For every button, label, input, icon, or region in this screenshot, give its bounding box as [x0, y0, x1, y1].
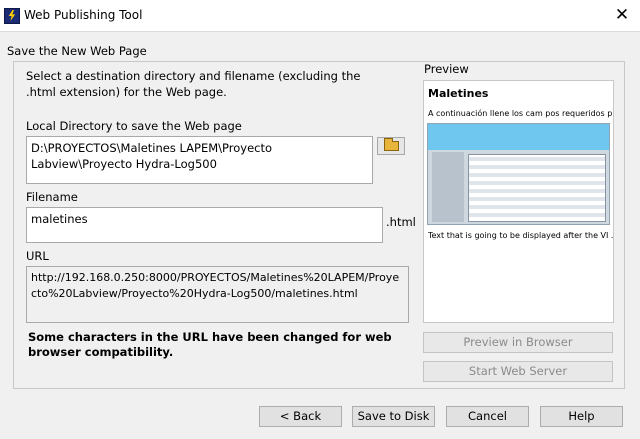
preview-footer: Text that is going to be displayed after…	[428, 231, 614, 240]
compatibility-note: Some characters in the URL have been cha…	[28, 330, 392, 359]
group-caption: Save the New Web Page	[7, 44, 151, 58]
close-icon[interactable]: ✕	[608, 2, 636, 28]
thumbnail-table	[468, 154, 606, 222]
filename-extension: .html	[386, 215, 416, 229]
save-to-disk-button[interactable]: Save to Disk	[352, 406, 435, 427]
back-button[interactable]: < Back	[259, 406, 342, 427]
start-web-server-button[interactable]: Start Web Server	[423, 361, 613, 382]
cancel-button[interactable]: Cancel	[446, 406, 529, 427]
browse-folder-button[interactable]	[377, 137, 405, 155]
preview-in-browser-button[interactable]: Preview in Browser	[423, 332, 613, 353]
folder-icon	[384, 138, 399, 151]
local-directory-field[interactable]: D:\PROYECTOS\Maletines LAPEM\Proyecto La…	[26, 136, 373, 184]
thumbnail-banner	[428, 124, 609, 150]
thumbnail-sidebar	[432, 152, 464, 222]
labview-icon	[4, 8, 20, 24]
local-directory-label: Local Directory to save the Web page	[26, 119, 242, 133]
preview-panel: Maletines A continuación llene los cam p…	[423, 80, 614, 323]
instructions-text: Select a destination directory and filen…	[26, 69, 361, 99]
preview-thumbnail	[427, 123, 610, 225]
filename-label: Filename	[26, 190, 78, 204]
preview-page-title: Maletines	[428, 87, 489, 100]
window-title: Web Publishing Tool	[24, 8, 143, 22]
url-label: URL	[26, 249, 49, 263]
help-button[interactable]: Help	[540, 406, 623, 427]
preview-caption: Preview	[424, 62, 469, 76]
preview-description: A continuación llene los cam pos requeri…	[428, 109, 614, 118]
url-field: http://192.168.0.250:8000/PROYECTOS/Male…	[26, 266, 409, 323]
filename-field[interactable]: maletines	[26, 207, 383, 243]
